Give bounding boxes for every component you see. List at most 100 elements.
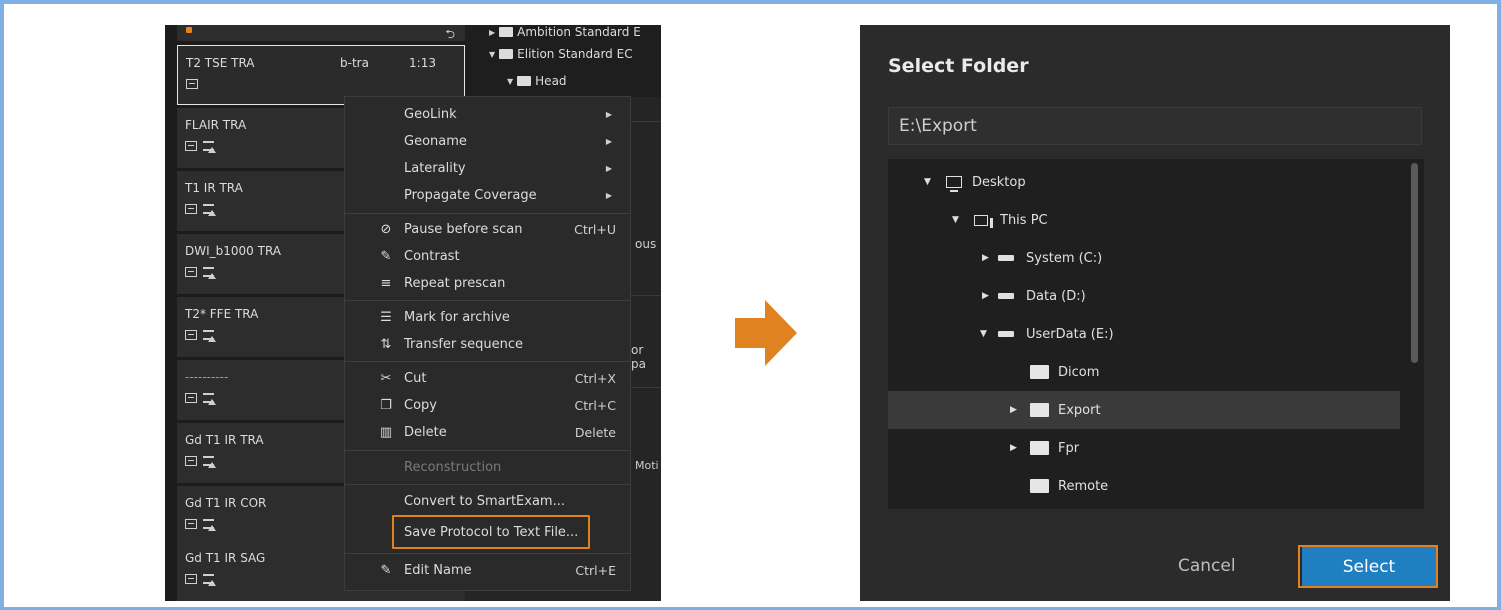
menu-item-geolink[interactable]: GeoLink ▶ bbox=[345, 101, 630, 127]
folder-open-icon bbox=[499, 49, 514, 59]
menu-item-label: GeoLink bbox=[404, 106, 457, 122]
menu-separator bbox=[345, 361, 630, 362]
menu-item-repeat-prescan[interactable]: ≡ Repeat prescan bbox=[345, 270, 630, 296]
menu-item-copy[interactable]: ❐ Copy Ctrl+C bbox=[345, 392, 630, 418]
archive-mark-icon bbox=[203, 267, 217, 279]
menu-item-contrast[interactable]: ✎ Contrast bbox=[345, 243, 630, 269]
drive-icon bbox=[998, 331, 1014, 337]
expand-arrow-icon[interactable]: ▶ bbox=[1010, 443, 1017, 453]
sequence-name: Gd T1 IR COR bbox=[185, 496, 267, 510]
menu-item-label: Mark for archive bbox=[404, 309, 510, 325]
sequence-name: Gd T1 IR SAG bbox=[185, 551, 266, 565]
folder-tree-item[interactable]: ▶ System (C:) bbox=[888, 239, 1400, 277]
collapse-arrow-icon[interactable]: ▼ bbox=[952, 215, 959, 225]
folder-icon bbox=[499, 27, 514, 37]
folder-tree-label: This PC bbox=[1000, 212, 1048, 228]
menu-separator bbox=[345, 450, 630, 451]
folder-tree-item[interactable]: ▶ Fpr bbox=[888, 429, 1400, 467]
menu-item-delete[interactable]: ▥ Delete Delete bbox=[345, 419, 630, 445]
menu-item-pause-before-scan[interactable]: ⊘ Pause before scan Ctrl+U bbox=[345, 216, 630, 242]
pc-icon bbox=[974, 214, 993, 228]
copy-icon: ❐ bbox=[380, 397, 392, 413]
folder-path-field[interactable]: E:\Export bbox=[888, 107, 1422, 145]
submenu-arrow-icon: ▶ bbox=[605, 109, 612, 119]
menu-item-label: Convert to SmartExam... bbox=[404, 493, 565, 509]
highlight-outline bbox=[392, 515, 590, 549]
folder-tree-item[interactable]: ▶ Data (D:) bbox=[888, 277, 1400, 315]
geometry-icon bbox=[185, 267, 197, 277]
repeat-prescan-icon: ≡ bbox=[380, 275, 392, 291]
archive-mark-icon bbox=[203, 519, 217, 531]
sequence-plane: b-tra bbox=[340, 56, 369, 70]
tree-scrollbar[interactable] bbox=[1411, 163, 1418, 363]
submenu-arrow-icon: ▶ bbox=[605, 190, 612, 200]
sequence-name: T1 IR TRA bbox=[185, 181, 243, 195]
undo-icon[interactable]: ⮌ bbox=[445, 25, 455, 46]
collapse-arrow-icon[interactable]: ▼ bbox=[924, 177, 931, 187]
collapse-arrow-icon[interactable]: ▼ bbox=[980, 329, 987, 339]
folder-tree-item[interactable]: ▼ Desktop bbox=[888, 163, 1400, 201]
geometry-icon bbox=[185, 330, 197, 340]
menu-item-label: Transfer sequence bbox=[404, 336, 524, 352]
archive-mark-icon bbox=[203, 456, 217, 468]
folder-tree-label: Data (D:) bbox=[1026, 288, 1086, 304]
flow-arrow-icon bbox=[735, 300, 797, 366]
tree-node-label: Ambition Standard E bbox=[517, 25, 641, 39]
tree-node[interactable]: ▼ Elition Standard EC bbox=[489, 44, 633, 64]
expand-arrow-icon[interactable]: ▶ bbox=[1010, 405, 1017, 415]
menu-separator bbox=[345, 484, 630, 485]
collapse-arrow-icon[interactable]: ▼ bbox=[489, 50, 495, 59]
transfer-icon: ⇅ bbox=[380, 336, 392, 352]
menu-item-mark-for-archive[interactable]: ☰ Mark for archive bbox=[345, 304, 630, 330]
menu-separator bbox=[345, 553, 630, 554]
menu-item-convert-to-smartexam[interactable]: Convert to SmartExam... bbox=[345, 488, 630, 514]
scissors-icon: ✂ bbox=[380, 370, 392, 386]
menu-item-transfer-sequence[interactable]: ⇅ Transfer sequence bbox=[345, 331, 630, 357]
folder-tree-item[interactable]: Remote bbox=[888, 467, 1400, 505]
collapse-arrow-icon[interactable]: ▼ bbox=[507, 77, 513, 86]
geometry-icon bbox=[185, 574, 197, 584]
menu-item-cut[interactable]: ✂ Cut Ctrl+X bbox=[345, 365, 630, 391]
menu-item-propagate-coverage[interactable]: Propagate Coverage ▶ bbox=[345, 182, 630, 208]
menu-item-laterality[interactable]: Laterality ▶ bbox=[345, 155, 630, 181]
sequence-duration: 1:13 bbox=[409, 56, 436, 70]
figure-frame: ⮌ T2 TSE TRA b-tra 1:13 FLAIR TRA T1 IR … bbox=[0, 0, 1501, 610]
folder-tree-item[interactable]: ▶ Export bbox=[888, 391, 1400, 429]
folder-icon bbox=[1030, 441, 1049, 455]
menu-item-geoname[interactable]: Geoname ▶ bbox=[345, 128, 630, 154]
expand-arrow-icon[interactable]: ▶ bbox=[489, 28, 495, 37]
expand-arrow-icon[interactable]: ▶ bbox=[982, 291, 989, 301]
parameter-peek-text: ous bbox=[635, 237, 657, 251]
folder-tree-item[interactable]: ▼ UserData (E:) bbox=[888, 315, 1400, 353]
select-button[interactable]: Select bbox=[1302, 547, 1436, 587]
archive-mark-icon bbox=[203, 574, 217, 586]
sequence-name: T2* FFE TRA bbox=[185, 307, 259, 321]
parameter-peek-text: or pa bbox=[631, 343, 646, 371]
expand-arrow-icon[interactable]: ▶ bbox=[982, 253, 989, 263]
folder-tree-label: UserData (E:) bbox=[1026, 326, 1114, 342]
dialog-title: Select Folder bbox=[888, 55, 1029, 77]
tree-node[interactable]: ▼ Head bbox=[507, 71, 567, 91]
folder-tree-item[interactable]: Dicom bbox=[888, 353, 1400, 391]
menu-item-label: Reconstruction bbox=[404, 459, 502, 475]
tree-node[interactable]: ▶ Ambition Standard E bbox=[489, 25, 641, 42]
archive-icon: ☰ bbox=[380, 309, 392, 325]
menu-shortcut: Delete bbox=[574, 424, 616, 440]
folder-tree-label: Remote bbox=[1058, 478, 1109, 494]
folder-tree-item[interactable]: ▼ This PC bbox=[888, 201, 1400, 239]
menu-item-label: Repeat prescan bbox=[404, 275, 506, 291]
parameter-peek-text: Moti bbox=[635, 459, 659, 472]
menu-separator bbox=[345, 300, 630, 301]
folder-icon bbox=[1030, 479, 1049, 493]
pencil-icon: ✎ bbox=[380, 562, 392, 578]
select-folder-dialog: Select Folder E:\Export ▼ Desktop ▼ This… bbox=[860, 25, 1450, 601]
folder-icon bbox=[1030, 365, 1049, 379]
archive-mark-icon bbox=[203, 204, 217, 216]
menu-item-label: Contrast bbox=[404, 248, 460, 264]
menu-item-label: Pause before scan bbox=[404, 221, 523, 237]
menu-item-label: Copy bbox=[404, 397, 437, 413]
cancel-button[interactable]: Cancel bbox=[1178, 556, 1236, 576]
drive-icon bbox=[998, 293, 1014, 299]
menu-item-edit-name[interactable]: ✎ Edit Name Ctrl+E bbox=[345, 557, 630, 583]
folder-tree-label: Fpr bbox=[1058, 440, 1080, 456]
